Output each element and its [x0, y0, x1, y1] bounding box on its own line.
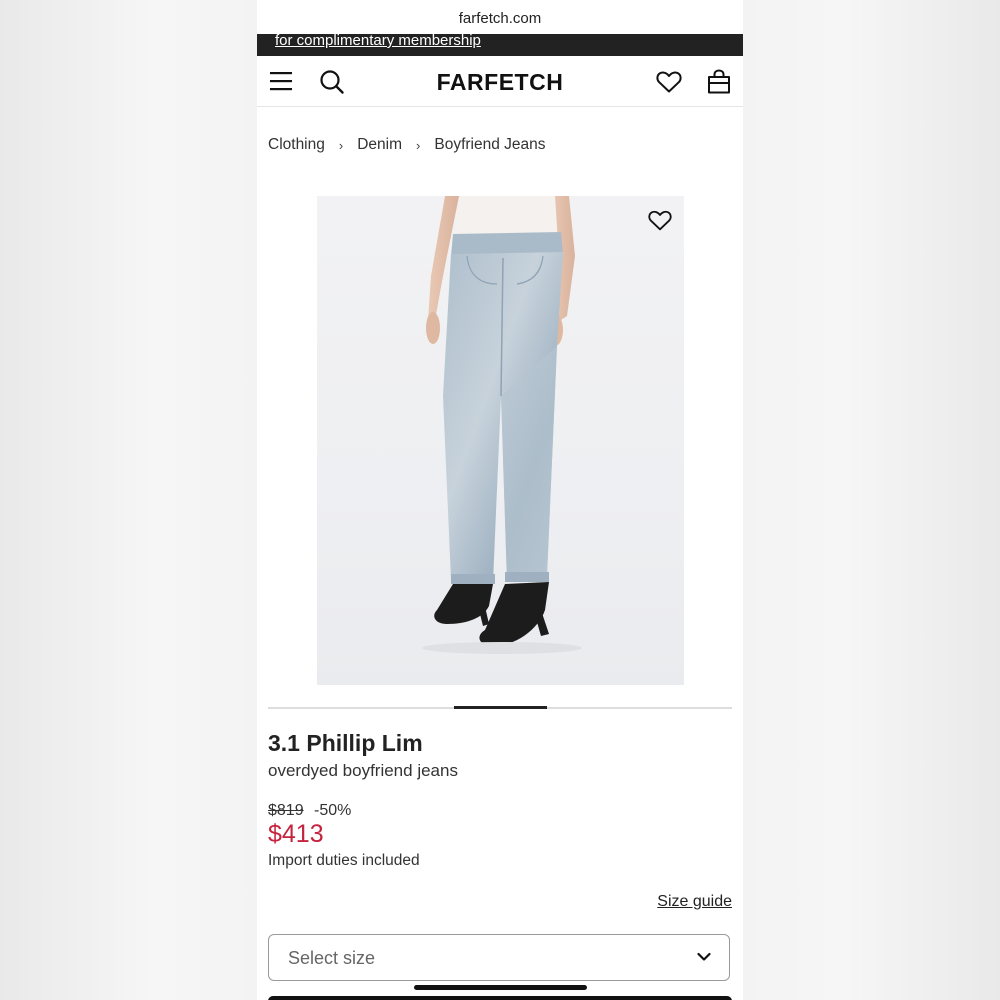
- chevron-down-icon: [697, 952, 711, 961]
- breadcrumb-denim[interactable]: Denim: [357, 136, 402, 154]
- breadcrumb-boyfriend-jeans[interactable]: Boyfriend Jeans: [434, 136, 545, 154]
- browser-url[interactable]: farfetch.com: [257, 10, 743, 27]
- background-right: [743, 0, 1000, 1000]
- home-indicator[interactable]: [414, 985, 587, 990]
- site-header: FARFETCH: [257, 56, 743, 107]
- carousel-progress[interactable]: [268, 706, 732, 709]
- price-row: $819 -50%: [268, 802, 351, 820]
- breadcrumb: Clothing › Denim › Boyfriend Jeans: [268, 136, 546, 154]
- product-brand[interactable]: 3.1 Phillip Lim: [268, 730, 423, 757]
- size-guide-link[interactable]: Size guide: [657, 893, 732, 911]
- product-photo-illustration: [422, 196, 582, 654]
- wishlist-heart-icon[interactable]: [648, 210, 672, 231]
- discount-badge: -50%: [314, 802, 352, 819]
- carousel-active-indicator: [454, 706, 547, 709]
- mobile-viewport: farfetch.com for complimentary membershi…: [257, 0, 743, 1000]
- sale-price: $413: [268, 820, 324, 848]
- product-name: overdyed boyfriend jeans: [268, 761, 458, 780]
- heart-icon[interactable]: [656, 71, 682, 93]
- breadcrumb-separator-icon: ›: [338, 137, 344, 153]
- size-select-dropdown[interactable]: Select size: [268, 934, 730, 981]
- background-left: [0, 0, 257, 1000]
- original-price: $819: [268, 802, 304, 819]
- promo-link[interactable]: for complimentary membership: [275, 34, 481, 49]
- promo-banner: for complimentary membership: [257, 34, 743, 56]
- product-image[interactable]: [317, 196, 684, 685]
- shopping-bag-icon[interactable]: [707, 69, 731, 94]
- breadcrumb-separator-icon: ›: [416, 137, 421, 153]
- add-to-bag-button-edge[interactable]: [268, 996, 732, 1000]
- duties-note: Import duties included: [268, 852, 420, 869]
- size-select-placeholder: Select size: [288, 948, 376, 968]
- breadcrumb-clothing[interactable]: Clothing: [268, 136, 325, 154]
